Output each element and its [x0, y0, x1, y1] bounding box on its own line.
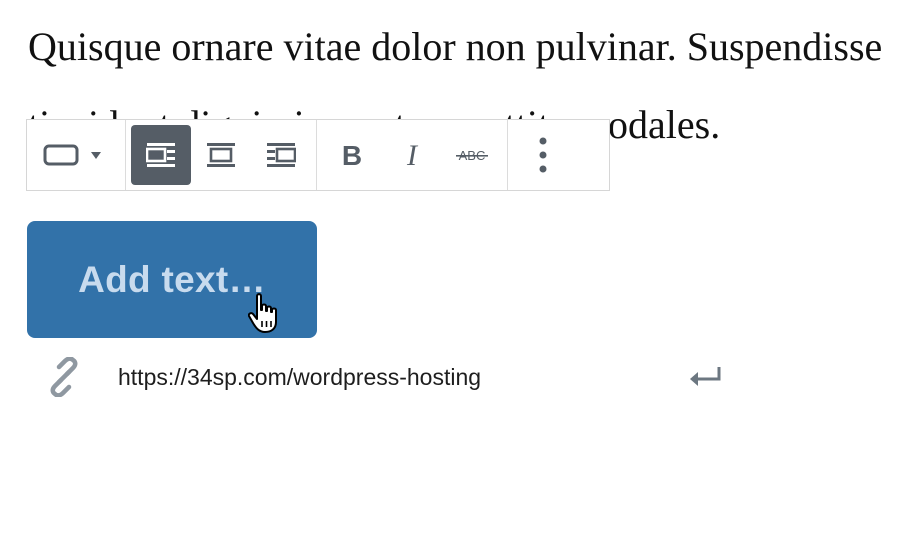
button-style-dropdown[interactable]	[32, 125, 120, 185]
enter-icon[interactable]	[688, 363, 724, 391]
toolbar-group-style	[27, 120, 126, 190]
link-icon	[40, 353, 88, 401]
bold-button[interactable]: B	[322, 125, 382, 185]
button-text[interactable]: Add text…	[78, 259, 266, 301]
toolbar-group-alignment	[126, 120, 317, 190]
svg-text:B: B	[342, 140, 362, 170]
svg-text:I: I	[406, 140, 419, 170]
hand-cursor-icon	[248, 293, 277, 333]
block-toolbar: B I ABC	[26, 119, 610, 191]
align-center-button[interactable]	[191, 125, 251, 185]
url-input[interactable]: https://34sp.com/wordpress-hosting	[118, 364, 688, 391]
chevron-down-icon	[91, 152, 101, 159]
more-options-icon	[539, 137, 547, 173]
align-center-icon	[207, 143, 235, 167]
align-left-button[interactable]	[131, 125, 191, 185]
link-url-row: https://34sp.com/wordpress-hosting	[40, 352, 780, 402]
align-right-icon	[267, 143, 296, 167]
bold-icon: B	[342, 140, 362, 170]
italic-button[interactable]: I	[382, 125, 442, 185]
toolbar-group-format: B I ABC	[317, 120, 508, 190]
align-left-icon	[146, 143, 175, 167]
more-options-button[interactable]	[513, 125, 573, 185]
strikethrough-button[interactable]: ABC	[442, 125, 502, 185]
button-style-icon	[43, 144, 101, 166]
toolbar-group-more	[508, 120, 578, 190]
strikethrough-icon: ABC	[456, 148, 488, 163]
paragraph-line-1: Quisque ornare vitae dolor non pulvinar.…	[28, 24, 883, 69]
align-right-button[interactable]	[251, 125, 311, 185]
italic-icon: I	[406, 140, 419, 170]
